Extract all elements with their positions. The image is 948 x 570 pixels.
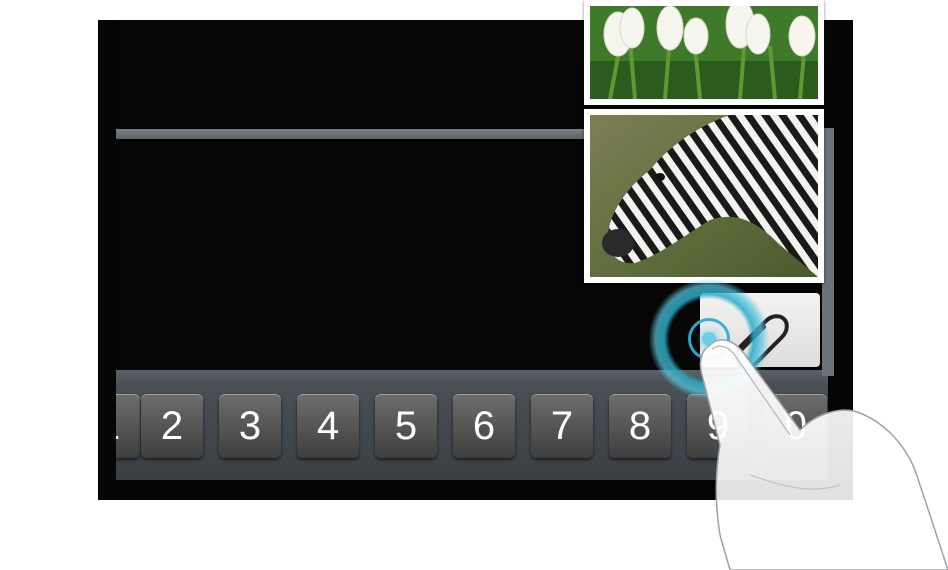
key-3[interactable]: 3 xyxy=(219,394,281,458)
key-7[interactable]: 7 xyxy=(531,394,593,458)
key-5[interactable]: 5 xyxy=(375,394,437,458)
key-1[interactable]: 1 xyxy=(116,394,140,458)
thumbnail-tulips[interactable] xyxy=(584,0,824,105)
zebra-image xyxy=(590,115,818,277)
thumbnail-zebra[interactable] xyxy=(584,109,824,283)
hand-illustration xyxy=(699,339,948,570)
key-2[interactable]: 2 xyxy=(141,394,203,458)
tulips-image xyxy=(590,6,818,99)
key-8[interactable]: 8 xyxy=(609,394,671,458)
key-4[interactable]: 4 xyxy=(297,394,359,458)
key-6[interactable]: 6 xyxy=(453,394,515,458)
